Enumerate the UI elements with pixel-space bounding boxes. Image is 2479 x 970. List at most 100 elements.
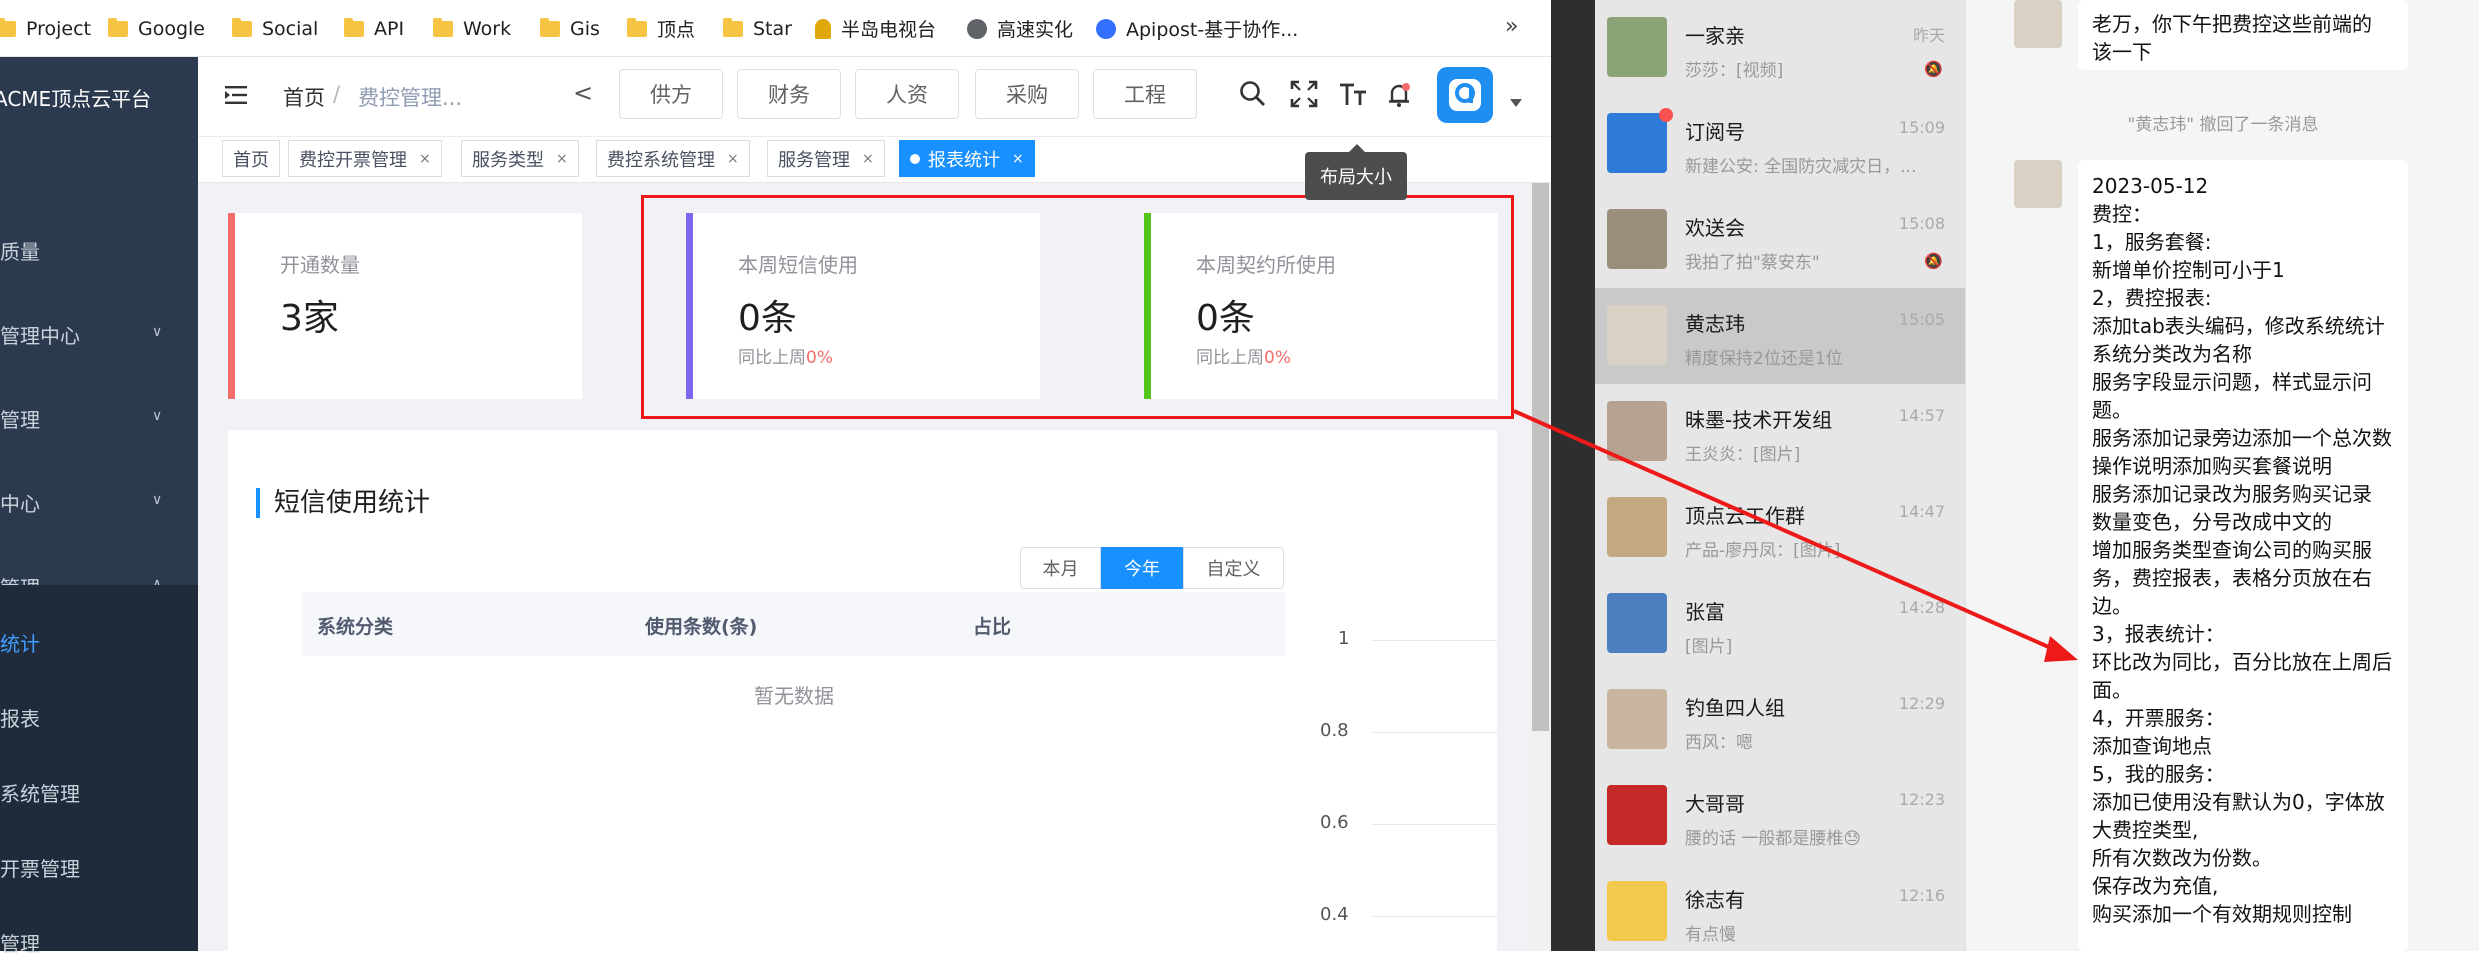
close-icon[interactable]: × (419, 151, 431, 167)
chevron-down-icon: ∨ (152, 408, 163, 424)
tag-home[interactable]: 首页 (222, 140, 280, 177)
font-size-icon[interactable] (1338, 79, 1368, 109)
bookmark-gis[interactable]: Gis (540, 0, 600, 57)
bookmark-gaosu[interactable]: 高速实化 (967, 0, 1073, 57)
bookmark-apipost[interactable]: Apipost-基于协作... (1096, 0, 1298, 57)
chart-gridline (1372, 824, 1497, 825)
chat-time: 15:09 (1898, 118, 1945, 137)
message-bubble[interactable]: 老万，你下午把费控这些前端的 该一下 (2078, 0, 2408, 70)
tag-system-management[interactable]: 费控系统管理 × (596, 140, 750, 177)
chat-name: 大哥哥 (1685, 792, 1745, 816)
close-icon[interactable]: × (1012, 151, 1024, 167)
bookmark-star[interactable]: Star (723, 0, 792, 57)
brand-title: ACME顶点云平台 (0, 86, 152, 111)
chat-item[interactable]: 张富 [图片] 14:28 (1595, 576, 1965, 672)
breadcrumb-home[interactable]: 首页 (283, 82, 325, 112)
site-icon (815, 18, 831, 39)
chat-time: 12:29 (1898, 694, 1945, 713)
mute-bell-icon: 🔕 (1924, 252, 1943, 270)
tab-purchase[interactable]: 采购 (975, 69, 1079, 119)
message-line: 操作说明添加购买套餐说明 (2092, 454, 2332, 478)
tag-invoice-management[interactable]: 费控开票管理 × (288, 140, 442, 177)
chat-item[interactable]: 昧墨-技术开发组 王炎炎：[图片] 14:57 (1595, 384, 1965, 480)
tag-service-type[interactable]: 服务类型 × (461, 140, 579, 177)
tag-label: 费控开票管理 (299, 149, 407, 171)
bookmark-api[interactable]: API (344, 0, 404, 57)
chat-item[interactable]: 徐志有 有点慢 12:16 (1595, 864, 1965, 960)
tag-label: 首页 (233, 149, 269, 171)
sidebar-item-quality[interactable]: 质量 (0, 230, 198, 270)
bookmark-label: Social (262, 17, 319, 40)
bookmark-social[interactable]: Social (232, 0, 318, 57)
y-axis-tick: 0.6 (1320, 812, 1349, 833)
chat-name: 钓鱼四人组 (1685, 696, 1785, 720)
chat-item[interactable]: 钓鱼四人组 西风：嗯 12:29 (1595, 672, 1965, 768)
chat-item[interactable]: 大哥哥 腰的话 一般都是腰椎😓 12:23 (1595, 768, 1965, 864)
message-bubble[interactable]: 2023-05-12 费控： 1，服务套餐: 新增单价控制可小于1 2，费控报表… (2078, 160, 2408, 951)
folder-icon (540, 17, 560, 37)
sidebar-subitem-invoice[interactable]: 开票管理 (0, 847, 198, 887)
chat-name: 订阅号 (1685, 120, 1745, 144)
chat-item[interactable]: 一家亲 莎莎：[视频] 昨天 🔕 (1595, 0, 1965, 96)
tab-engineering[interactable]: 工程 (1093, 69, 1197, 119)
message-line: 4，开票服务： (2092, 706, 2225, 730)
sms-usage-panel: 短信使用统计 本月 今年 自定义 系统分类 使用条数(条) 占比 暂无数据 1 … (228, 430, 1497, 970)
bookmark-work[interactable]: Work (433, 0, 511, 57)
caret-down-icon[interactable] (1510, 99, 1522, 107)
avatar (1607, 785, 1667, 845)
avatar[interactable] (2014, 160, 2062, 208)
tag-report-statistics[interactable]: 报表统计 × (899, 140, 1035, 177)
sidebar-item-label: 开票管理 (0, 856, 80, 881)
close-icon[interactable]: × (727, 151, 739, 167)
close-icon[interactable]: × (556, 151, 568, 167)
tab-finance[interactable]: 财务 (737, 69, 841, 119)
tab-hr[interactable]: 人资 (855, 69, 959, 119)
avatar (1607, 497, 1667, 557)
fullscreen-icon[interactable] (1289, 79, 1319, 109)
close-icon[interactable]: × (862, 151, 874, 167)
chat-time: 12:16 (1898, 886, 1945, 905)
avatar[interactable] (2014, 0, 2062, 48)
chat-time: 15:08 (1898, 214, 1945, 233)
folder-icon (627, 17, 647, 37)
tag-service-management[interactable]: 服务管理 × (767, 140, 885, 177)
search-icon[interactable] (1238, 79, 1268, 109)
bookmark-label: Google (138, 17, 206, 40)
y-axis-tick: 0.4 (1320, 904, 1349, 925)
app-header: 首页 / 费控管理... < 供方 财务 人资 采购 工程 (198, 57, 1551, 137)
column-header[interactable]: 系统分类 (317, 612, 393, 639)
range-this-year-button[interactable]: 今年 (1101, 547, 1183, 589)
folder-icon (723, 17, 743, 37)
unread-dot (1659, 108, 1673, 122)
sidebar-item-management-center[interactable]: 管理中心 ∨ (0, 314, 198, 354)
user-avatar[interactable] (1437, 67, 1493, 123)
bookmarks-more-button[interactable]: » (1505, 14, 1518, 39)
range-this-month-button[interactable]: 本月 (1020, 547, 1101, 589)
scrollbar-thumb[interactable] (1532, 183, 1549, 731)
menu-collapse-icon[interactable] (224, 83, 248, 107)
chat-item[interactable]: 顶点云工作群 产品-廖丹凤：[图片] 14:47 (1595, 480, 1965, 576)
sidebar-item-management[interactable]: 管理 ∨ (0, 398, 198, 438)
page-scrollbar[interactable] (1530, 183, 1551, 951)
app-logo-icon (1449, 79, 1481, 111)
sidebar-subitem-management[interactable]: 管理 (0, 922, 198, 962)
range-custom-button[interactable]: 自定义 (1183, 547, 1284, 589)
chat-item[interactable]: 欢送会 我拍了拍"蔡安东" 15:08 🔕 (1595, 192, 1965, 288)
annotation-highlight-box (641, 195, 1514, 419)
bell-icon[interactable] (1384, 79, 1414, 109)
chat-item[interactable]: 订阅号 新建公安: 全国防灾减灾日，... 15:09 (1595, 96, 1965, 192)
bookmark-google[interactable]: Google (108, 0, 205, 57)
sidebar-subitem-report[interactable]: 报表 (0, 697, 198, 737)
column-header[interactable]: 使用条数(条) (645, 612, 757, 639)
tab-supplier[interactable]: 供方 (619, 69, 723, 119)
bookmark-bandao[interactable]: 半岛电视台 (815, 0, 936, 57)
column-header[interactable]: 占比 (973, 612, 1011, 639)
bookmark-dingdian[interactable]: 顶点 (627, 0, 695, 57)
sidebar-subitem-system[interactable]: 系统管理 (0, 772, 198, 812)
sidebar-item-center[interactable]: 中心 ∨ (0, 482, 198, 522)
chevron-down-icon: ∨ (152, 492, 163, 508)
bookmark-project[interactable]: Project (0, 0, 91, 57)
chat-item-selected[interactable]: 黄志玮 精度保持2位还是1位 15:05 (1595, 288, 1965, 384)
sidebar-subitem-statistics[interactable]: 统计 (0, 622, 198, 662)
chevron-left-icon[interactable]: < (573, 79, 593, 107)
